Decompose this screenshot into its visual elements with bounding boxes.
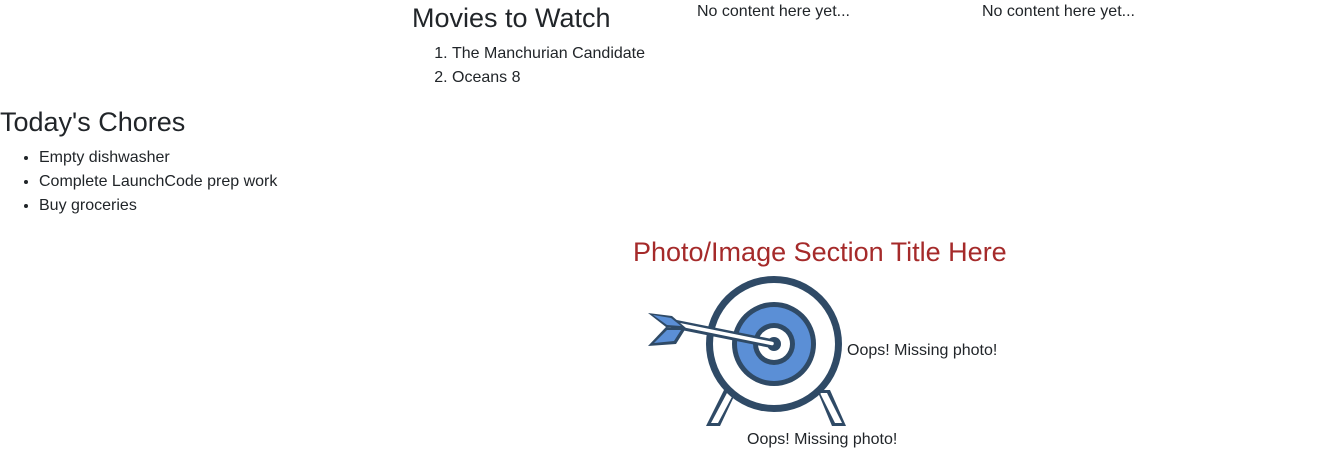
chores-title: Today's Chores	[0, 107, 186, 137]
chores-section: Today's Chores Empty dishwasher Complete…	[0, 104, 400, 218]
missing-photo-text: Oops! Missing photo!	[747, 431, 898, 448]
list-item: Buy groceries	[39, 194, 400, 218]
list-item: Oceans 8	[452, 66, 672, 90]
target-with-arrow-icon	[648, 276, 846, 426]
page: Movies to Watch The Manchurian Candidate…	[0, 0, 1338, 471]
placeholder-text: No content here yet...	[697, 3, 850, 20]
placeholder-text: No content here yet...	[982, 3, 1135, 20]
movies-section: Movies to Watch The Manchurian Candidate…	[412, 0, 672, 90]
list-item: Complete LaunchCode prep work	[39, 170, 400, 194]
list-item: Empty dishwasher	[39, 146, 400, 170]
movies-title: Movies to Watch	[412, 3, 611, 33]
movies-list: The Manchurian Candidate Oceans 8	[412, 42, 672, 90]
chores-list: Empty dishwasher Complete LaunchCode pre…	[0, 146, 400, 218]
photo-section-title: Photo/Image Section Title Here	[633, 237, 1007, 267]
missing-photo-text: Oops! Missing photo!	[847, 342, 998, 359]
list-item: The Manchurian Candidate	[452, 42, 672, 66]
